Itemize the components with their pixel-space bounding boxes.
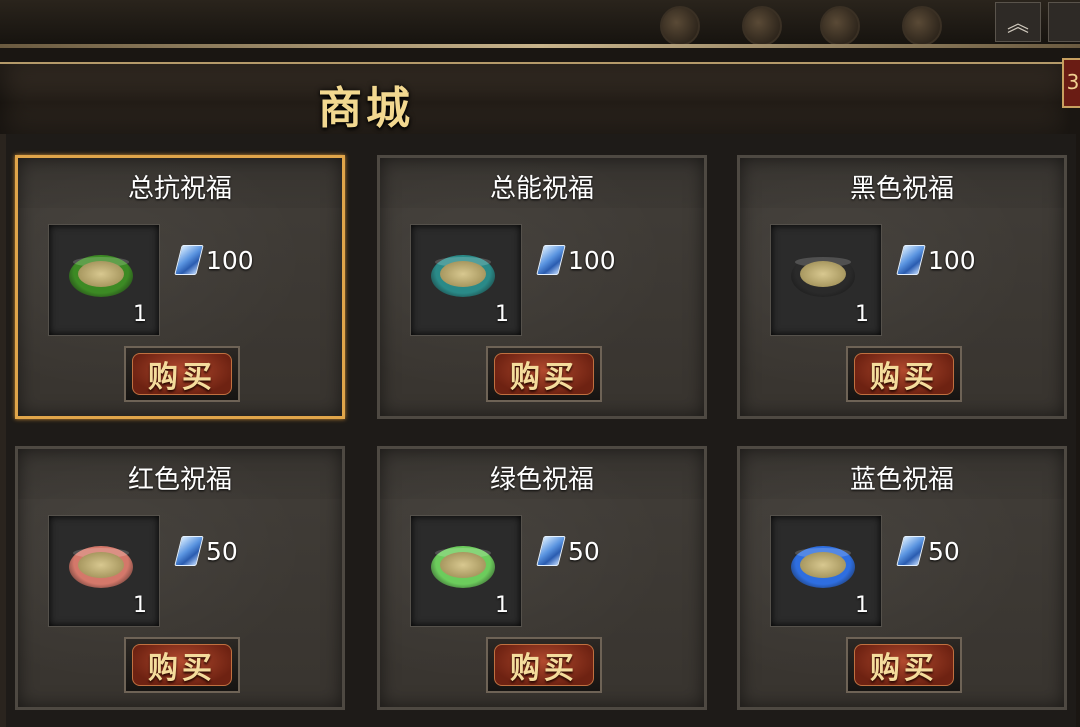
- item-name: 红色祝福: [127, 465, 232, 495]
- item-price: 50: [174, 533, 238, 569]
- buy-button-label: 购买: [494, 644, 594, 686]
- buy-button-label: 购买: [854, 353, 954, 395]
- item-slot[interactable]: 1: [410, 224, 522, 336]
- price-value: 100: [928, 245, 976, 275]
- price-value: 50: [928, 536, 960, 566]
- blue-gem-icon: [536, 536, 566, 566]
- shop-item-card[interactable]: 黑色祝福 1 100 购买: [737, 155, 1067, 419]
- shop-item-card[interactable]: 总抗祝福 1 100 购买: [15, 155, 345, 419]
- hud-menu-button[interactable]: [1048, 2, 1080, 42]
- hud-compass-icon[interactable]: [742, 6, 782, 46]
- item-quantity: 1: [495, 593, 509, 618]
- item-slot[interactable]: 1: [48, 515, 160, 627]
- item-quantity: 1: [133, 302, 147, 327]
- blessing-bowl-icon: [791, 255, 855, 297]
- item-slot[interactable]: 1: [770, 515, 882, 627]
- price-value: 100: [568, 245, 616, 275]
- blue-gem-icon: [536, 245, 566, 275]
- blue-gem-icon: [174, 245, 204, 275]
- item-quantity: 1: [133, 593, 147, 618]
- blessing-bowl-icon: [431, 546, 495, 588]
- item-price: 100: [536, 242, 616, 278]
- blessing-bowl-icon: [431, 255, 495, 297]
- buy-button-label: 购买: [132, 353, 232, 395]
- item-name: 绿色祝福: [489, 465, 594, 495]
- item-slot[interactable]: 1: [770, 224, 882, 336]
- item-quantity: 1: [495, 302, 509, 327]
- item-price: 50: [896, 533, 960, 569]
- hud-treasure-icon[interactable]: [820, 6, 860, 46]
- price-value: 50: [206, 536, 238, 566]
- buy-button-label: 购买: [494, 353, 594, 395]
- item-price: 50: [536, 533, 600, 569]
- shop-item-card[interactable]: 蓝色祝福 1 50 购买: [737, 446, 1067, 710]
- shop-item-card[interactable]: 绿色祝福 1 50 购买: [377, 446, 707, 710]
- price-value: 50: [568, 536, 600, 566]
- item-slot[interactable]: 1: [48, 224, 160, 336]
- blue-gem-icon: [896, 245, 926, 275]
- buy-button-label: 购买: [132, 644, 232, 686]
- item-name: 总抗祝福: [127, 174, 232, 204]
- blessing-bowl-icon: [791, 546, 855, 588]
- blessing-bowl-icon: [69, 255, 133, 297]
- collapse-chevron-button[interactable]: ︽: [995, 2, 1041, 42]
- blue-gem-icon: [896, 536, 926, 566]
- item-quantity: 1: [855, 593, 869, 618]
- buy-button[interactable]: 购买: [846, 637, 962, 693]
- item-quantity: 1: [855, 302, 869, 327]
- item-price: 100: [896, 242, 976, 278]
- buy-button[interactable]: 购买: [124, 346, 240, 402]
- close-button[interactable]: 3: [1062, 58, 1080, 108]
- blessing-bowl-icon: [69, 546, 133, 588]
- buy-button-label: 购买: [854, 644, 954, 686]
- price-value: 100: [206, 245, 254, 275]
- hud-divider-rail: [0, 44, 1080, 48]
- item-price: 100: [174, 242, 254, 278]
- buy-button[interactable]: 购买: [846, 346, 962, 402]
- item-name: 黑色祝福: [849, 174, 954, 204]
- buy-button[interactable]: 购买: [486, 346, 602, 402]
- item-slot[interactable]: 1: [410, 515, 522, 627]
- top-hud-bar: ︽: [0, 0, 1080, 48]
- page-title: 商城: [318, 83, 414, 134]
- item-name: 蓝色祝福: [849, 465, 954, 495]
- buy-button[interactable]: 购买: [486, 637, 602, 693]
- buy-button[interactable]: 购买: [124, 637, 240, 693]
- hud-scroll-icon[interactable]: [660, 6, 700, 46]
- shop-item-card[interactable]: 总能祝福 1 100 购买: [377, 155, 707, 419]
- hud-drum-icon[interactable]: [902, 6, 942, 46]
- shop-title-bar: [0, 62, 1070, 137]
- blue-gem-icon: [174, 536, 204, 566]
- item-name: 总能祝福: [489, 174, 594, 204]
- shop-item-card[interactable]: 红色祝福 1 50 购买: [15, 446, 345, 710]
